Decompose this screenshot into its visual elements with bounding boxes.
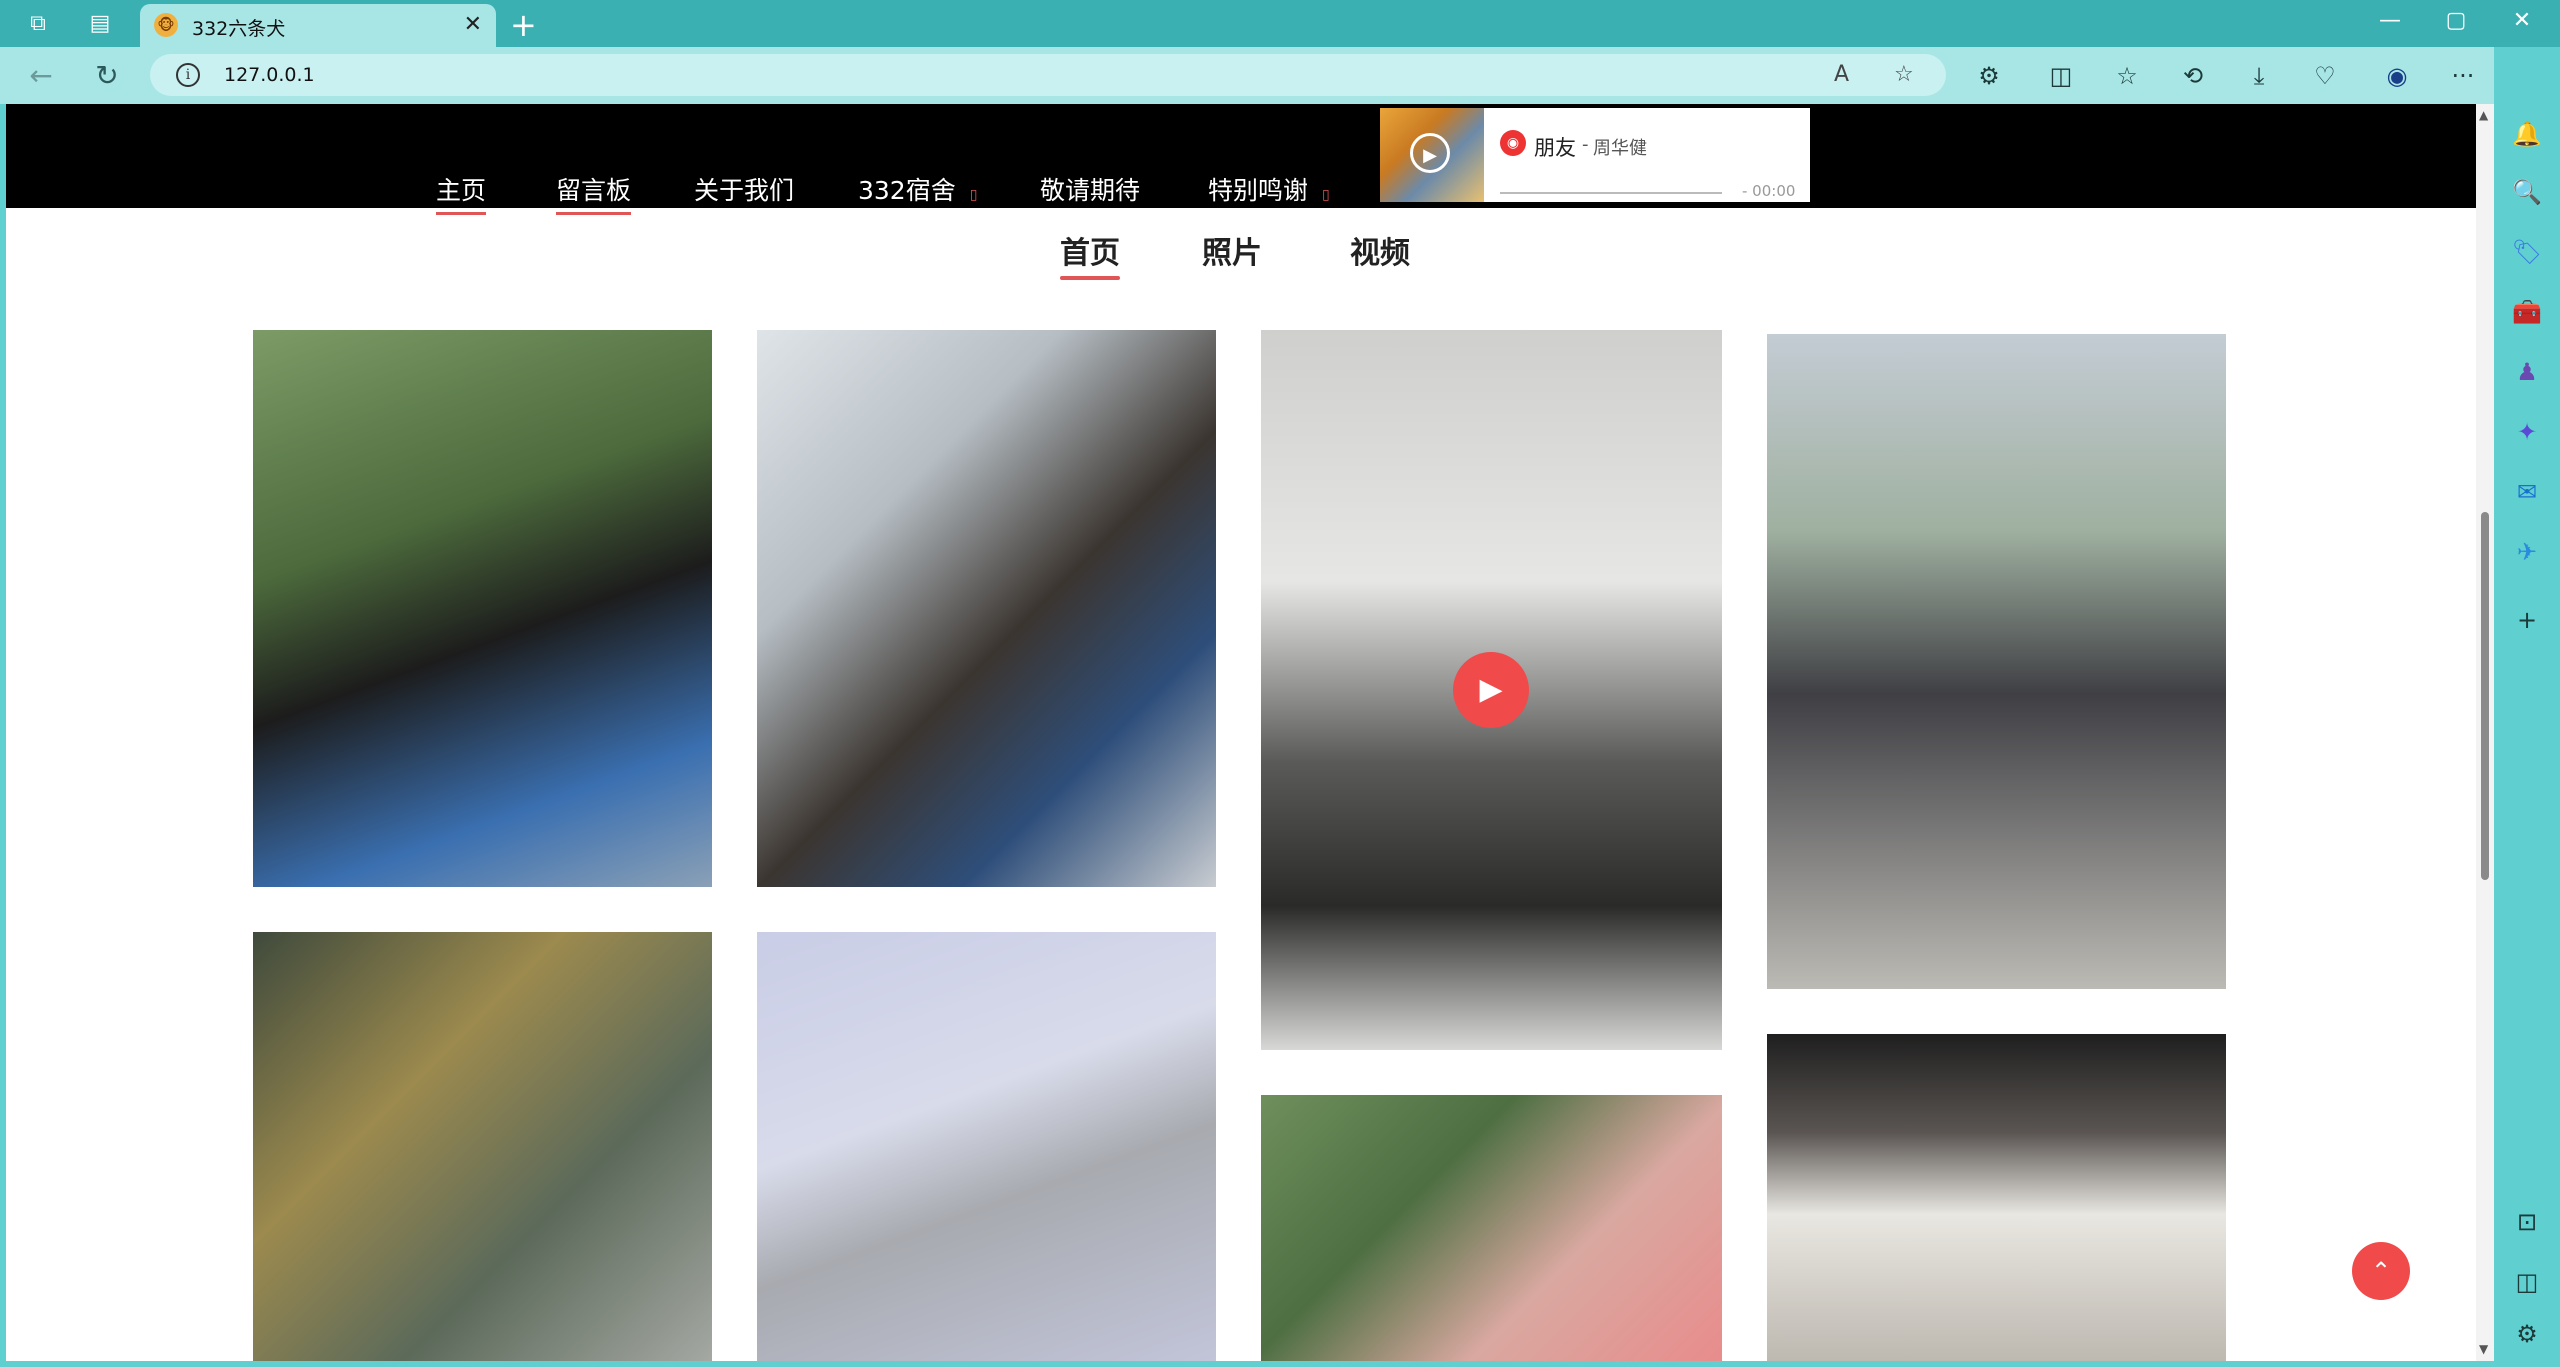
page-scrollbar[interactable]: ▲ ▼	[2476, 104, 2494, 1361]
nav-about-us[interactable]: 关于我们	[694, 171, 794, 207]
toolbox-icon[interactable]: 🧰	[2510, 295, 2544, 329]
read-aloud-icon[interactable]: A	[1834, 62, 1849, 87]
song-title: 朋友	[1534, 136, 1576, 160]
back-button[interactable]: ←	[24, 59, 58, 93]
photo-image	[757, 330, 1216, 887]
nav-dorm-332-label: 332宿舍	[858, 176, 956, 205]
nav-coming-soon[interactable]: 敬请期待	[1040, 171, 1140, 207]
address-bar[interactable]: i 127.0.0.1 A ☆	[150, 54, 1946, 96]
photo-image	[1767, 334, 2226, 989]
bell-icon[interactable]: 🔔	[2510, 117, 2544, 151]
tab-close-button[interactable]: ✕	[464, 12, 482, 37]
photo-image	[253, 330, 712, 887]
site-info-icon[interactable]: i	[176, 63, 200, 87]
site-header: 主页 留言板 关于我们 332宿舍 ▯ 敬请期待 特别鸣谢 ▯ ▶ ◉ 朋友 - 周…	[6, 104, 2476, 215]
photo-image	[1767, 1034, 2226, 1361]
gallery-photo[interactable]	[757, 932, 1216, 1361]
nav-dorm-332[interactable]: 332宿舍 ▯	[858, 171, 977, 207]
add-icon[interactable]: +	[2510, 603, 2544, 637]
song-artist: 周华健	[1593, 138, 1647, 159]
play-icon[interactable]: ▶	[1410, 133, 1450, 173]
dropdown-caret-icon: ▯	[969, 187, 978, 203]
subnav-photos[interactable]: 照片	[1202, 228, 1262, 272]
back-to-top-button[interactable]: ⌃	[2352, 1242, 2410, 1300]
gallery-photo[interactable]	[253, 932, 712, 1361]
song-time: - 00:00	[1742, 182, 1796, 200]
scroll-up-icon[interactable]: ▲	[2479, 108, 2488, 122]
gallery-photo[interactable]	[1767, 1034, 2226, 1361]
music-player: ▶ ◉ 朋友 - 周华健 - 00:00	[1380, 108, 1810, 202]
photo-image	[1261, 1095, 1722, 1361]
split-screen-icon[interactable]: ◫	[2044, 59, 2078, 93]
nav-special-thanks-label: 特别鸣谢	[1208, 176, 1309, 205]
close-window-button[interactable]: ✕	[2502, 8, 2542, 33]
minimize-button[interactable]: —	[2370, 8, 2410, 33]
photo-image	[757, 932, 1216, 1361]
settings-icon[interactable]: ⚙	[2510, 1317, 2544, 1351]
profile-icon[interactable]: ◉	[2380, 59, 2414, 93]
favorites-icon[interactable]: ☆	[2110, 59, 2144, 93]
scroll-down-icon[interactable]: ▼	[2479, 1342, 2488, 1356]
workspaces-icon[interactable]: ⧉	[24, 10, 52, 38]
gallery-photo[interactable]	[1261, 1095, 1722, 1361]
dropdown-caret-icon: ▯	[1322, 187, 1330, 203]
video-play-icon[interactable]: ▶	[1453, 652, 1529, 728]
netease-music-logo-icon: ◉	[1500, 130, 1526, 156]
games-icon[interactable]: ♟	[2510, 355, 2544, 389]
song-separator: -	[1582, 134, 1589, 155]
tab-actions-icon[interactable]: ▤	[86, 10, 114, 38]
browser-tab[interactable]: 🐵 332六条犬 ✕	[140, 4, 496, 47]
outlook-icon[interactable]: ✉	[2510, 475, 2544, 509]
browser-toolbar: ← ↻ i 127.0.0.1 A ☆ ⚙ ◫ ☆ ⟲ ⤓ ♡ ◉ ··· ✦	[0, 47, 2560, 104]
tag-icon[interactable]: 🏷	[2510, 235, 2544, 269]
subnav-videos[interactable]: 视频	[1350, 228, 1410, 272]
performance-icon[interactable]: ♡	[2308, 59, 2342, 93]
history-icon[interactable]: ⟲	[2176, 59, 2210, 93]
gallery-photo[interactable]	[757, 330, 1216, 887]
gallery-photo[interactable]	[253, 330, 712, 887]
nav-guestbook[interactable]: 留言板	[556, 171, 632, 215]
sidebar-toggle-icon[interactable]: ◫	[2510, 1265, 2544, 1299]
search-icon[interactable]: 🔍	[2510, 175, 2544, 209]
maximize-button[interactable]: ▢	[2436, 8, 2476, 33]
new-tab-button[interactable]: +	[510, 6, 537, 44]
tab-favicon-icon: 🐵	[154, 13, 178, 37]
extensions-icon[interactable]: ⚙	[1972, 59, 2006, 93]
refresh-button[interactable]: ↻	[90, 59, 124, 93]
web-page: 主页 留言板 关于我们 332宿舍 ▯ 敬请期待 特别鸣谢 ▯ ▶ ◉ 朋友 - 周…	[6, 104, 2476, 1361]
nav-special-thanks[interactable]: 特别鸣谢 ▯	[1208, 171, 1330, 207]
progress-bar[interactable]	[1500, 192, 1722, 194]
downloads-icon[interactable]: ⤓	[2242, 59, 2276, 93]
copilot-icon[interactable]: ✦	[2510, 415, 2544, 449]
browser-sidebar: 🔔 🔍 🏷 🧰 ♟ ✦ ✉ ✈ + ⊡ ◫ ⚙	[2494, 47, 2560, 1367]
photo-image	[253, 932, 712, 1361]
more-menu-icon[interactable]: ···	[2446, 59, 2480, 93]
tab-title: 332六条犬	[192, 18, 286, 40]
tab-bar: ⧉ ▤ 🐵 332六条犬 ✕ + — ▢ ✕	[0, 0, 2560, 47]
album-cover[interactable]: ▶	[1380, 108, 1484, 202]
gallery-photo[interactable]	[1767, 334, 2226, 989]
send-icon[interactable]: ✈	[2510, 535, 2544, 569]
subnav-home[interactable]: 首页	[1060, 228, 1120, 280]
nav-home[interactable]: 主页	[436, 171, 487, 215]
add-favorite-icon[interactable]: ☆	[1894, 62, 1914, 87]
gallery-video[interactable]: ▶	[1261, 330, 1722, 1050]
address-text[interactable]: 127.0.0.1	[224, 64, 315, 86]
screenshot-icon[interactable]: ⊡	[2510, 1205, 2544, 1239]
scrollbar-thumb[interactable]	[2481, 512, 2489, 880]
